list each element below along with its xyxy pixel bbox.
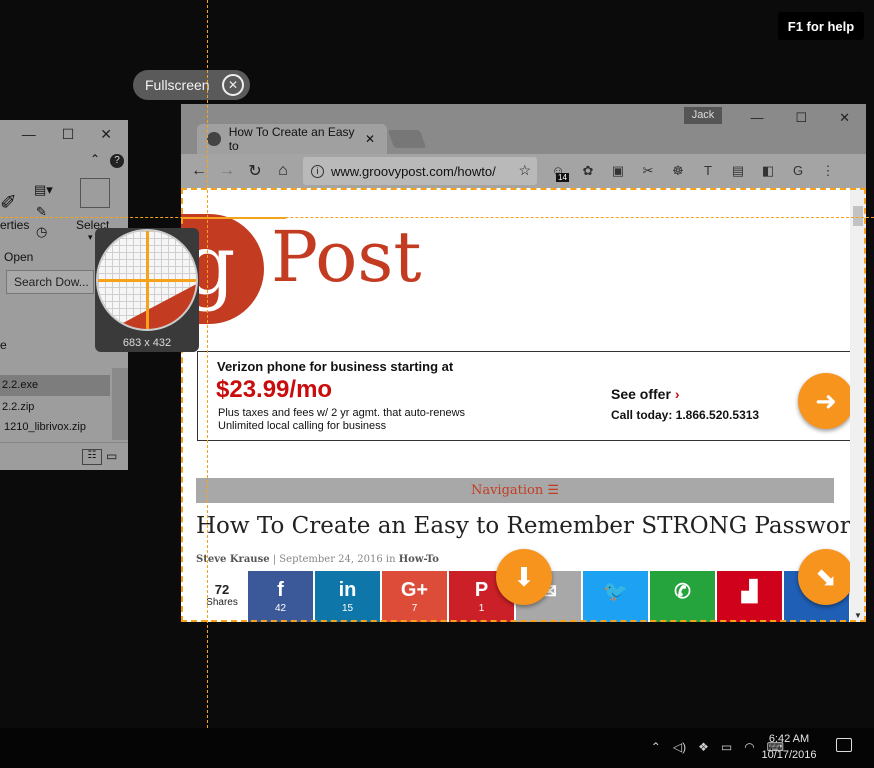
search-input[interactable]: Search Dow... (6, 270, 94, 294)
file-row[interactable]: 2.2.exe (0, 375, 110, 396)
clock[interactable]: 6:42 AM 10/17/2016 (758, 731, 820, 763)
nav-item[interactable]: e (0, 338, 7, 352)
dropbox-icon[interactable]: ❖ (698, 740, 709, 754)
info-icon[interactable]: i (311, 164, 324, 178)
extension-icon[interactable]: ✂ (639, 163, 657, 179)
fullscreen-button[interactable]: Fullscreen ✕ (133, 70, 250, 100)
history-icon[interactable]: ◷ (36, 224, 47, 240)
magnifier-crosshair (98, 279, 196, 282)
volume-icon[interactable]: ◁) (673, 740, 686, 754)
grammarly-icon[interactable]: G (789, 163, 807, 179)
close-icon[interactable]: ✕ (839, 110, 850, 126)
clock-date: 10/17/2016 (761, 749, 817, 761)
extension-badge: 14 (556, 173, 569, 182)
battery-icon[interactable]: ▭ (721, 740, 732, 754)
selection-dimensions: 683 x 432 (122, 337, 172, 349)
url-text: www.groovypost.com/howto/ (331, 163, 496, 179)
office-icon[interactable]: ◧ (759, 163, 777, 179)
fullscreen-label: Fullscreen (145, 77, 210, 93)
magnifier-lens (96, 229, 198, 331)
maximize-icon[interactable]: ☐ (795, 110, 807, 126)
help-icon[interactable]: ? (110, 154, 124, 168)
favicon-icon (207, 132, 221, 146)
explorer-titlebar: — ☐ ✕ (0, 120, 128, 148)
status-bar: ☷ ▭ (0, 442, 128, 470)
home-icon[interactable]: ⌂ (275, 162, 291, 180)
address-bar[interactable]: i www.groovypost.com/howto/ ☆ (303, 157, 537, 185)
properties-icon[interactable]: ✐ (0, 190, 17, 215)
extension-icon[interactable]: ▣ (609, 163, 627, 179)
menu-icon[interactable]: ⋮ (819, 163, 837, 179)
browser-tab[interactable]: How To Create an Easy to ✕ (197, 124, 387, 154)
minimize-icon[interactable]: — (22, 126, 36, 142)
wifi-icon[interactable]: ◠ (744, 740, 754, 754)
chevron-up-icon[interactable]: ⌃ (651, 740, 661, 754)
extension-icon[interactable]: T (699, 163, 717, 179)
extension-icon[interactable]: ✿ (579, 163, 597, 179)
chevron-down-icon[interactable]: ▾ (88, 232, 93, 243)
properties-label[interactable]: erties (0, 218, 29, 232)
fullscreen-icon[interactable]: ✕ (222, 74, 244, 96)
taskbar: ⌃ ◁) ❖ ▭ ◠ ⌨ 6:42 AM 10/17/2016 (0, 728, 874, 768)
capture-selection-region[interactable] (181, 188, 866, 622)
open-group-label: Open (4, 250, 34, 264)
file-row[interactable]: 2.2.zip (0, 397, 110, 418)
browser-toolbar: ← → ↻ ⌂ i www.groovypost.com/howto/ ☆ ☺ … (181, 154, 866, 188)
chevron-up-icon[interactable]: ⌃ (90, 152, 100, 166)
help-hint: F1 for help (778, 12, 864, 40)
back-icon[interactable]: ← (191, 162, 207, 180)
close-icon[interactable]: ✕ (100, 126, 112, 143)
extension-icon[interactable]: ☸ (669, 163, 687, 179)
forward-icon[interactable]: → (219, 162, 235, 180)
window-controls: — ☐ ✕ (750, 110, 850, 126)
clock-time: 6:42 AM (768, 733, 810, 745)
magnified-pixels (108, 274, 196, 329)
bookmark-star-icon[interactable]: ☆ (518, 162, 531, 179)
large-icons-view-icon[interactable]: ▭ (106, 449, 117, 463)
details-view-icon[interactable]: ☷ (82, 449, 102, 465)
tab-strip: How To Create an Easy to ✕ Jack — ☐ ✕ (181, 104, 866, 154)
tab-title: How To Create an Easy to (228, 125, 355, 153)
close-tab-icon[interactable]: ✕ (365, 132, 375, 146)
new-tab-button[interactable] (387, 130, 427, 148)
scrollbar[interactable] (112, 368, 128, 440)
magnifier: 683 x 432 (95, 228, 199, 352)
minimize-icon[interactable]: — (750, 110, 763, 126)
reload-icon[interactable]: ↻ (247, 161, 263, 181)
notifications-icon[interactable] (836, 738, 852, 752)
profile-name[interactable]: Jack (684, 107, 722, 124)
view-icon[interactable]: ▤▾ (34, 182, 53, 198)
maximize-icon[interactable]: ☐ (62, 126, 75, 143)
extension-icon[interactable]: ▤ (729, 163, 747, 179)
selection-edge-highlight (181, 217, 286, 219)
file-row[interactable]: 1210_librivox.zip (0, 417, 110, 438)
select-icon[interactable] (80, 178, 110, 208)
